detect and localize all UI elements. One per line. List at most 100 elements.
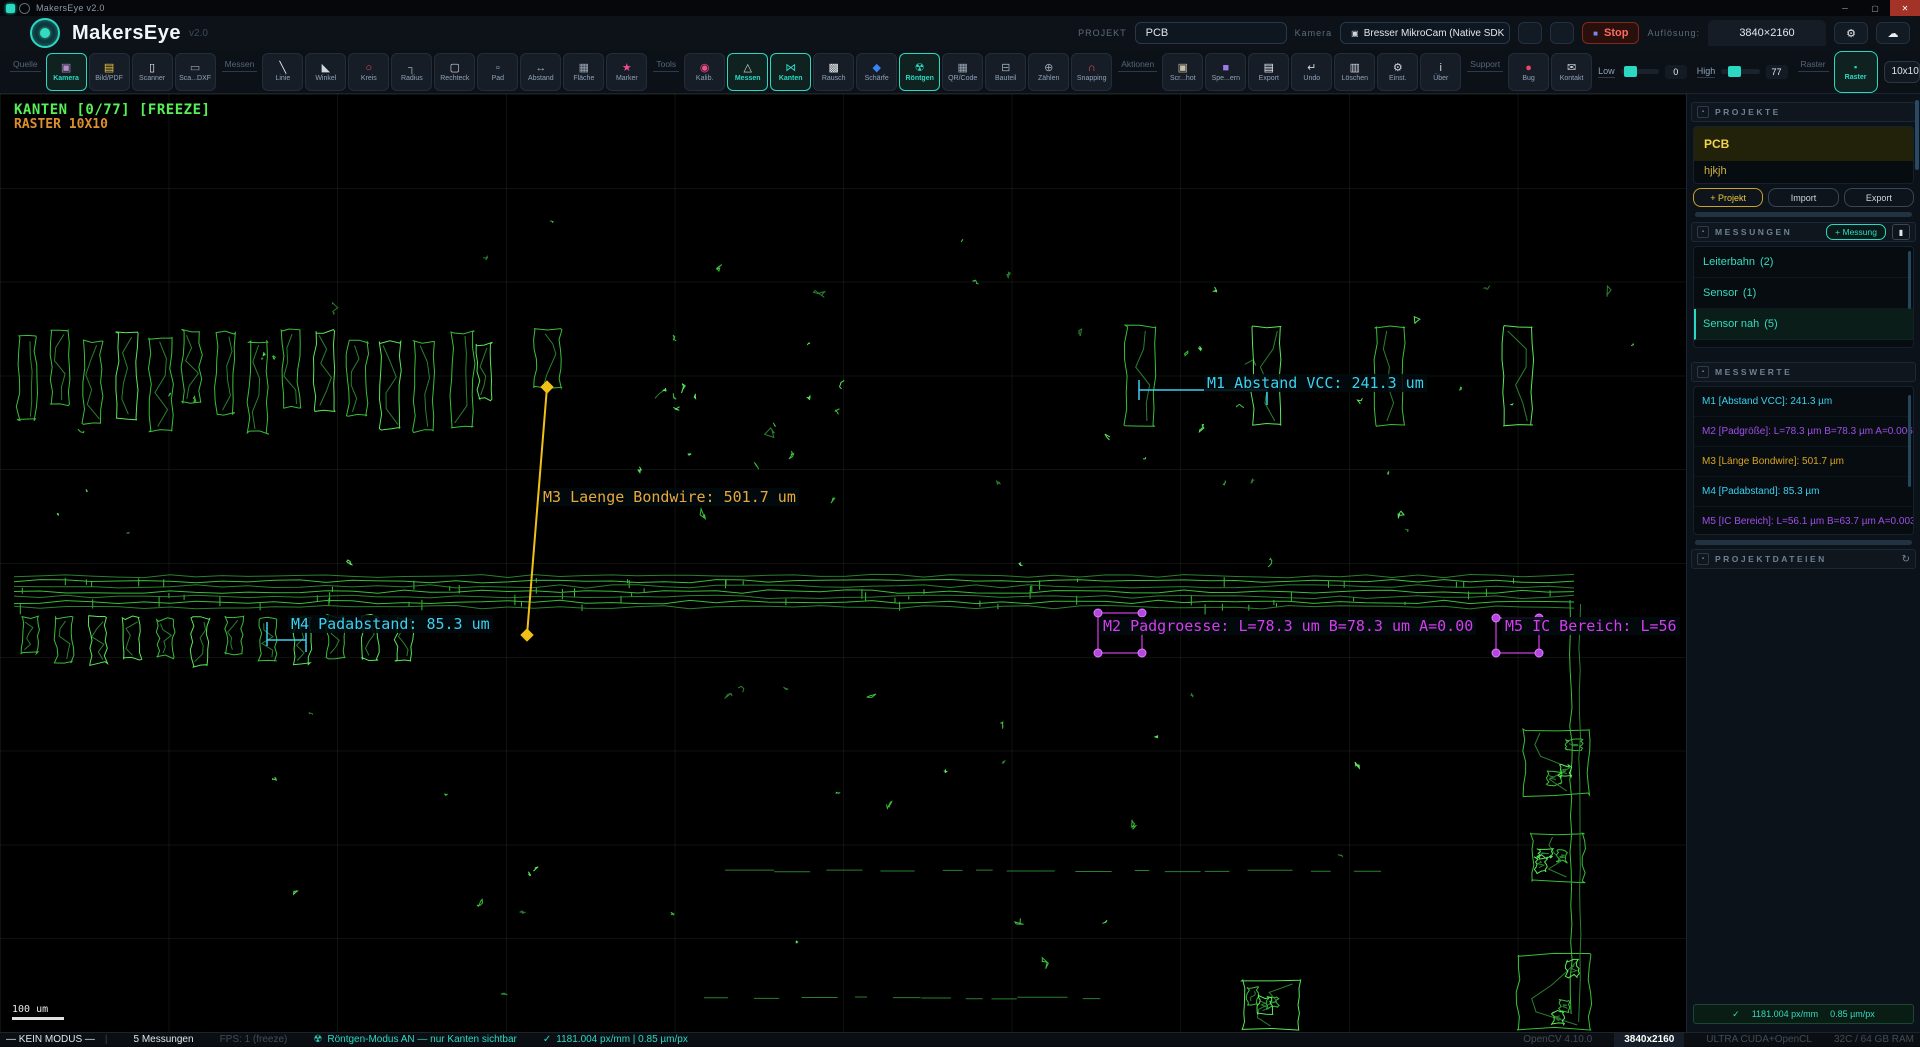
- project-input[interactable]: PCB: [1135, 22, 1287, 44]
- add-messung-button[interactable]: + Messung: [1826, 224, 1886, 240]
- collapse-icon[interactable]: ▪: [1697, 226, 1709, 238]
- tool-scr-hot-button[interactable]: ▣Scr...hot: [1162, 53, 1203, 91]
- tool-rechteck-button[interactable]: ▢Rechteck: [434, 53, 475, 91]
- export-button[interactable]: Export: [1844, 188, 1914, 207]
- project-label: PROJEKT: [1078, 28, 1127, 38]
- section-header-messwerte[interactable]: ▪ MESSWERTE: [1691, 362, 1916, 382]
- tool-spe-ern-button[interactable]: ■Spe...ern: [1205, 53, 1246, 91]
- tool-button-label: Kalib.: [696, 75, 714, 82]
- section-header-projekte[interactable]: ▪ PROJEKTE: [1691, 102, 1916, 122]
- tool-button-label: Kreis: [361, 75, 377, 82]
- camera-option-button-2[interactable]: [1550, 22, 1574, 44]
- tool-z-hlen-button[interactable]: ⊕Zählen: [1028, 53, 1069, 91]
- section-header-projektdateien[interactable]: ▪ PROJEKTDATEIEN ↻: [1691, 549, 1916, 569]
- tool-fl-che-button[interactable]: ▦Fläche: [563, 53, 604, 91]
- measurement-label-m4[interactable]: M4 Padabstand: 85.3 um: [288, 615, 493, 633]
- tool-r-ntgen-button[interactable]: ☢Röntgen: [899, 53, 940, 91]
- measurement-handle[interactable]: [1094, 649, 1102, 657]
- tool-marker-button[interactable]: ★Marker: [606, 53, 647, 91]
- measurement-handle[interactable]: [1094, 609, 1102, 617]
- messung-item-sensor-nah[interactable]: Sensor nah(5): [1694, 309, 1913, 340]
- tool-button-label: Undo: [1303, 75, 1320, 82]
- measurement-handle[interactable]: [1535, 649, 1543, 657]
- raster-toggle-button[interactable]: ▪Raster: [1834, 51, 1878, 93]
- tool-export-button[interactable]: ▤Export: [1248, 53, 1289, 91]
- tool-kanten-button[interactable]: ⋈Kanten: [770, 53, 811, 91]
- measurement-handle[interactable]: [1138, 649, 1146, 657]
- collapse-icon[interactable]: ▪: [1697, 553, 1709, 565]
- messwert-row-m4[interactable]: M4 [Padabstand]: 85.3 µm: [1694, 477, 1913, 507]
- projektdateien-title: PROJEKTDATEIEN: [1715, 554, 1827, 564]
- low-slider-thumb[interactable]: [1624, 66, 1637, 77]
- messwert-row-m3[interactable]: M3 [Länge Bondwire]: 501.7 µm: [1694, 447, 1913, 477]
- tool-ber-button[interactable]: iÜber: [1420, 53, 1461, 91]
- low-threshold-slider[interactable]: [1621, 69, 1659, 74]
- camera-option-button-1[interactable]: [1518, 22, 1542, 44]
- measurement-handle[interactable]: [1492, 649, 1500, 657]
- tool-kamera-button[interactable]: ▣Kamera: [46, 53, 87, 91]
- horizontal-scrollbar[interactable]: [1695, 540, 1912, 545]
- tool-scanner-button[interactable]: ▯Scanner: [132, 53, 173, 91]
- tool-qr-code-button[interactable]: ▦QR/Code: [942, 53, 983, 91]
- messwert-row-m5[interactable]: M5 [IC Bereich]: L=56.1 µm B=63.7 µm A=0…: [1694, 507, 1913, 535]
- tool-sch-rfe-button[interactable]: ◆Schärfe: [856, 53, 897, 91]
- refresh-icon[interactable]: ↻: [1902, 554, 1910, 565]
- tool-button-label: Bauteil: [995, 75, 1016, 82]
- measurement-label-m1[interactable]: M1 Abstand VCC: 241.3 um: [1204, 374, 1427, 392]
- status-item-right-3: 32C / 64 GB RAM: [1834, 1034, 1914, 1045]
- high-threshold-slider[interactable]: [1721, 69, 1759, 74]
- stop-button[interactable]: ■ Stop: [1582, 22, 1639, 44]
- tool-kreis-button[interactable]: ○Kreis: [348, 53, 389, 91]
- tool-undo-button[interactable]: ↵Undo: [1291, 53, 1332, 91]
- camera-select[interactable]: ▣ Bresser MikroCam (Native SDK: [1340, 22, 1510, 44]
- measurement-label-m5[interactable]: M5 IC Bereich: L=56: [1502, 617, 1680, 635]
- measurement-label-m2[interactable]: M2 Padgroesse: L=78.3 um B=78.3 um A=0.0…: [1100, 617, 1476, 635]
- image-canvas[interactable]: KANTEN [0/77] [FREEZE] RASTER 10X10 100 …: [0, 94, 1686, 1032]
- tool-bug-button[interactable]: ●Bug: [1508, 53, 1549, 91]
- tool-sca-dxf-button[interactable]: ▭Sca...DXF: [175, 53, 216, 91]
- tool-snapping-button[interactable]: ∩Snapping: [1071, 53, 1112, 91]
- tool-radius-button[interactable]: ┐Radius: [391, 53, 432, 91]
- measurement-label-m3[interactable]: M3 Laenge Bondwire: 501.7 um: [540, 488, 799, 506]
- tool-messen-button[interactable]: △Messen: [727, 53, 768, 91]
- messungen-scrollbar-thumb[interactable]: [1908, 251, 1911, 309]
- tool-l-schen-button[interactable]: ▥Löschen: [1334, 53, 1375, 91]
- project-item-hjkjh[interactable]: hjkjh: [1694, 161, 1913, 181]
- import-button[interactable]: Import: [1768, 188, 1838, 207]
- messung-item-sensor[interactable]: Sensor(1): [1694, 278, 1913, 309]
- close-button[interactable]: ✕: [1890, 0, 1920, 16]
- tool-bild-pdf-button[interactable]: ▤Bild/PDF: [89, 53, 130, 91]
- tool-linie-button[interactable]: ╲Linie: [262, 53, 303, 91]
- add-project-button[interactable]: + Projekt: [1693, 188, 1763, 207]
- settings-button[interactable]: ⚙: [1834, 22, 1868, 44]
- sidebar-scrollbar-thumb[interactable]: [1915, 100, 1919, 170]
- tool-winkel-button[interactable]: ◣Winkel: [305, 53, 346, 91]
- project-item-pcb[interactable]: PCB: [1694, 127, 1913, 161]
- tool-pad-button[interactable]: ▫Pad: [477, 53, 518, 91]
- messung-item-leiterbahn[interactable]: Leiterbahn(2): [1694, 247, 1913, 278]
- high-slider-thumb[interactable]: [1728, 66, 1741, 77]
- tool-rausch-button[interactable]: ▩Rausch: [813, 53, 854, 91]
- measurement-handle[interactable]: [1138, 609, 1146, 617]
- cloud-button[interactable]: ☁: [1876, 22, 1910, 44]
- section-header-messungen[interactable]: ▪ MESSUNGEN + Messung ▮: [1691, 222, 1916, 242]
- messwert-row-m2[interactable]: M2 [Padgröße]: L=78.3 µm B=78.3 µm A=0.0…: [1694, 417, 1913, 447]
- tool-einst-button[interactable]: ⚙Einst.: [1377, 53, 1418, 91]
- minimize-button[interactable]: ─: [1830, 0, 1860, 16]
- raster-size-input[interactable]: 10x10: [1884, 61, 1920, 83]
- horizontal-scrollbar[interactable]: [1695, 212, 1912, 217]
- tool-kontakt-button[interactable]: ✉Kontakt: [1551, 53, 1592, 91]
- qr-code-icon: ▦: [957, 62, 967, 74]
- collapse-icon[interactable]: ▪: [1697, 366, 1709, 378]
- tool-bauteil-button[interactable]: ⊟Bauteil: [985, 53, 1026, 91]
- collapse-icon[interactable]: ▪: [1697, 106, 1709, 118]
- resolution-select[interactable]: 3840×2160: [1708, 20, 1826, 46]
- messwerte-scrollbar-thumb[interactable]: [1908, 395, 1911, 487]
- tool-abstand-button[interactable]: ↔Abstand: [520, 53, 561, 91]
- tool-button-label: Bug: [1522, 75, 1534, 82]
- messwert-row-m1[interactable]: M1 [Abstand VCC]: 241.3 µm: [1694, 387, 1913, 417]
- maximize-button[interactable]: ▢: [1860, 0, 1890, 16]
- tool-kalib-button[interactable]: ◉Kalib.: [684, 53, 725, 91]
- measurement-handle[interactable]: [1492, 614, 1500, 622]
- pin-button[interactable]: ▮: [1892, 224, 1910, 240]
